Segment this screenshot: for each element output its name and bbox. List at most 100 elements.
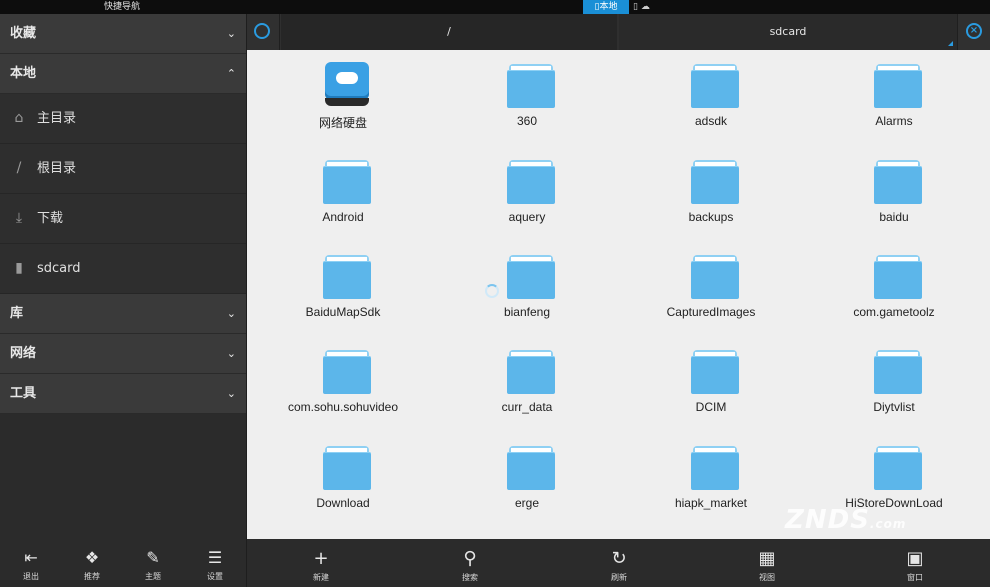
window-switch-button[interactable] [247,14,280,50]
sidebar: 收藏 ⌄ 本地 ⌃ ⌂ 主目录 / 根目录 ⤓ 下载 ▮ sdcard 库 ⌄ … [0,14,246,587]
file-name: Diytvlist [873,400,915,414]
refresh-button[interactable]: ↻ 刷新 [589,539,649,587]
sidebar-section-tools[interactable]: 工具 ⌄ [0,374,246,414]
refresh-icon: ↻ [611,548,627,569]
file-name: curr_data [501,400,553,414]
folder-item[interactable]: adsdk [619,50,803,142]
cloud-drive-icon [323,62,371,108]
refresh-label: 刷新 [611,573,627,582]
theme-icon: ✎ [146,548,160,567]
network-drive-item[interactable]: 网络硬盘 [251,50,435,142]
tab-local[interactable]: ▯本地 [583,0,629,14]
sidebar-item-home[interactable]: ⌂ 主目录 [0,94,246,144]
breadcrumb-current[interactable]: sdcard [619,14,957,50]
file-name: hiapk_market [674,496,748,510]
settings-label: 设置 [207,572,223,581]
sidebar-section-network[interactable]: 网络 ⌄ [0,334,246,374]
folder-icon [874,346,922,394]
folder-icon [507,60,555,108]
chevron-down-icon: ⌄ [226,347,236,360]
folder-icon [691,251,739,299]
search-icon: ⚲ [463,548,477,569]
recommend-button[interactable]: ❖ 推荐 [67,539,117,587]
folder-icon [323,442,371,490]
chevron-up-icon: ⌃ [226,67,236,80]
sidebar-section-local[interactable]: 本地 ⌃ [0,54,246,94]
file-name: adsdk [694,114,728,128]
file-name: Download [316,496,370,510]
folder-icon [507,346,555,394]
plus-icon: + [313,548,329,569]
folder-item[interactable]: Download [251,432,435,524]
window-button[interactable]: ▣ 窗口 [885,539,945,587]
sidebar-toolbar: ⇤ 退出 ❖ 推荐 ✎ 主题 ☰ 设置 [0,539,246,587]
folder-item[interactable]: Android [251,146,435,238]
chevron-down-icon: ⌄ [226,307,236,320]
folder-icon [507,442,555,490]
folder-item[interactable]: curr_data [435,336,619,428]
folder-item[interactable]: aquery [435,146,619,238]
tab-remote[interactable]: ▯ ☁ [633,0,659,14]
close-button[interactable]: × [957,14,990,50]
sidebar-item-label: 根目录 [37,161,77,176]
folder-icon [507,251,555,299]
sidebar-item-root[interactable]: / 根目录 [0,144,246,194]
file-name: DCIM [695,400,727,414]
folder-icon [691,60,739,108]
grid-view-icon: ▦ [758,548,776,569]
search-label: 搜索 [462,573,478,582]
folder-item[interactable]: baidu [802,146,986,238]
folder-item[interactable]: DCIM [619,336,803,428]
sidebar-item-label: 主目录 [37,111,77,126]
file-name: 360 [516,114,538,128]
theme-button[interactable]: ✎ 主题 [128,539,178,587]
view-button[interactable]: ▦ 视图 [737,539,797,587]
file-name: CapturedImages [666,305,756,319]
loading-spinner-icon [485,284,499,298]
folder-item[interactable]: BaiduMapSdk [251,241,435,333]
sidebar-section-library[interactable]: 库 ⌄ [0,294,246,334]
sidebar-section-label: 网络 [10,346,37,361]
breadcrumb-root[interactable]: / [281,14,617,50]
view-label: 视图 [759,573,775,582]
sdcard-icon: ▮ [15,260,23,276]
file-name: Alarms [875,114,913,128]
exit-button[interactable]: ⇤ 退出 [6,539,56,587]
folder-icon [323,251,371,299]
file-name: BaiduMapSdk [305,305,381,319]
folder-icon [874,442,922,490]
close-icon: × [966,23,982,39]
sidebar-item-sdcard[interactable]: ▮ sdcard [0,244,246,294]
folder-item[interactable]: erge [435,432,619,524]
file-name: com.gametoolz [853,305,935,319]
folder-item[interactable]: CapturedImages [619,241,803,333]
folder-item[interactable]: hiapk_market [619,432,803,524]
new-button[interactable]: + 新建 [291,539,351,587]
folder-item[interactable]: 360 [435,50,619,142]
sidebar-section-favorites[interactable]: 收藏 ⌄ [0,14,246,54]
folder-item[interactable]: Diytvlist [802,336,986,428]
file-name: com.sohu.sohuvideo [287,400,399,414]
folder-item[interactable]: Alarms [802,50,986,142]
theme-label: 主题 [145,572,161,581]
breadcrumb-current-label: sdcard [769,25,807,38]
settings-button[interactable]: ☰ 设置 [190,539,240,587]
chevron-down-icon: ⌄ [226,27,236,40]
file-name: bianfeng [503,305,551,319]
sidebar-section-label: 收藏 [10,26,37,41]
folder-icon [323,346,371,394]
folder-item[interactable]: bianfeng [435,241,619,333]
root-slash-icon: / [16,160,22,176]
folder-item[interactable]: backups [619,146,803,238]
file-name: 网络硬盘 [318,116,367,130]
quick-nav-title: 快捷导航 [104,2,141,12]
sidebar-section-label: 库 [10,306,24,321]
sidebar-item-label: 下载 [37,211,64,226]
sidebar-item-download[interactable]: ⤓ 下载 [0,194,246,244]
sidebar-section-label: 本地 [10,66,37,81]
folder-item[interactable]: com.sohu.sohuvideo [251,336,435,428]
globe-icon [254,23,270,39]
folder-icon [691,156,739,204]
folder-item[interactable]: com.gametoolz [802,241,986,333]
search-button[interactable]: ⚲ 搜索 [440,539,500,587]
